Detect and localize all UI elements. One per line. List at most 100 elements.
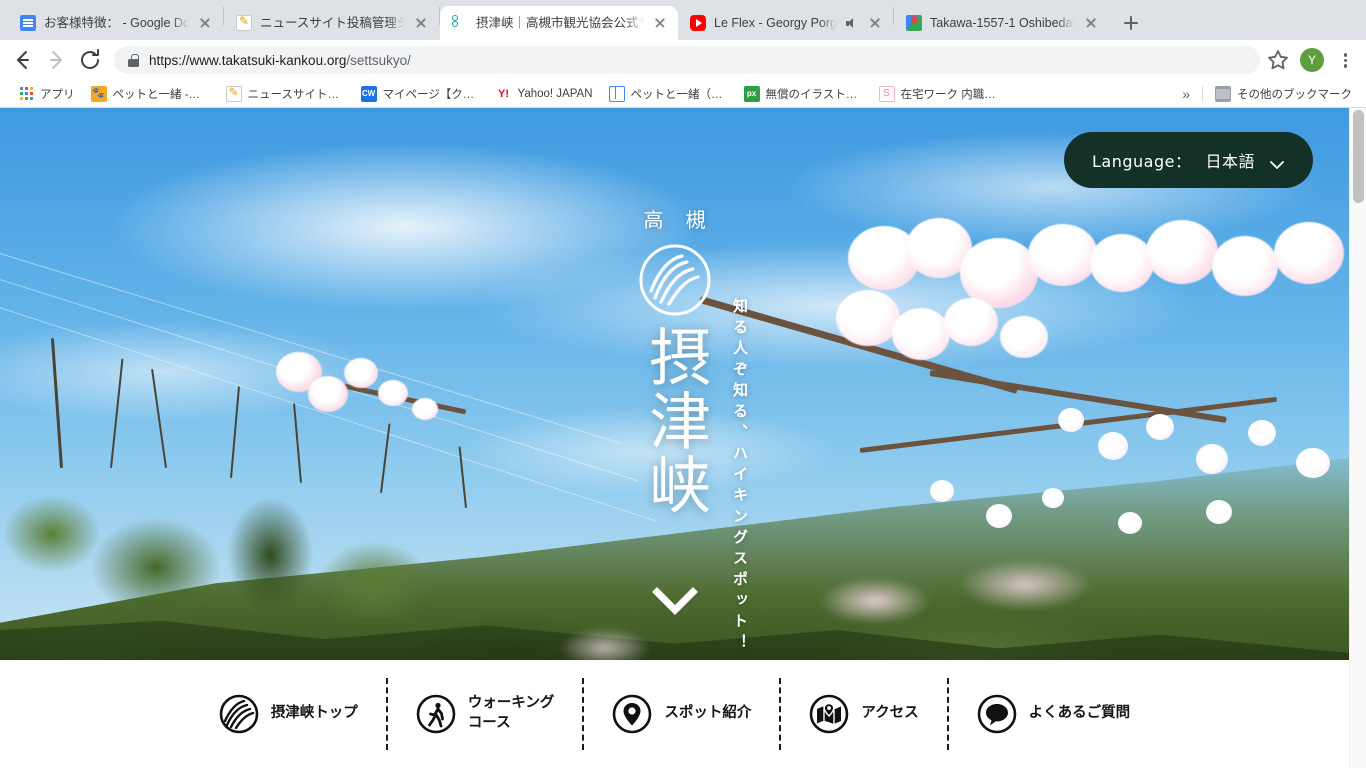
tab-title: 摂津峡｜高槻市観光協会公式サイト [476,16,644,30]
cherry-blossom [930,480,954,502]
bookmark-item[interactable]: S 在宅ワーク 内職 副... [871,84,1006,104]
quicknav-divider [582,678,585,750]
quicknav-item-spots[interactable]: スポット紹介 [586,678,777,750]
bookmark-item[interactable]: ニュースサイト投稿... [218,84,353,104]
cherry-blossom [892,308,950,360]
scroll-down-indicator[interactable] [651,586,698,616]
cherry-blossom [1212,236,1278,296]
arrow-left-icon [17,51,29,69]
bookmark-item[interactable]: px 無償のイラストレー... [736,84,871,104]
scrollbar-thumb[interactable] [1353,110,1364,203]
chevron-down-icon [1269,155,1285,169]
url-path: /settsukyo/ [346,52,411,68]
url-host: https://www.takatsuki-kankou.org [149,52,347,68]
tab-title: Le Flex - Georgy Porgy - Yo [714,16,837,30]
close-icon[interactable] [652,15,668,31]
bookmark-item[interactable]: CW マイページ【クラウ... [353,84,488,104]
cherry-blossom [308,376,348,412]
map-pin-icon [612,694,652,734]
bookmark-label: 無償のイラストレー... [765,88,863,101]
tab-title: Takawa-1557-1 Oshibedanichō [930,16,1075,30]
cherry-blossom [944,298,998,346]
quicknav-divider [385,678,388,750]
language-value: 日本語 [1205,152,1255,171]
address-bar[interactable]: https://www.takatsuki-kankou.org/settsuk… [114,46,1260,74]
bookmarks-bar: アプリ ペットと一緒 -犬OK... ニュースサイト投稿... CW マイページ… [0,80,1366,108]
browser-tab-1[interactable]: お客様特徴： - Google Docs [8,6,223,40]
page-viewport: 高槻 摂津峡 知る人ぞ知る、ハイキングスポット！ Language： 日本語 摂… [0,108,1366,768]
avatar[interactable]: Y [1300,48,1324,72]
distant-blossom-patch [960,560,1090,610]
url-text: https://www.takatsuki-kankou.org/settsuk… [149,53,411,68]
s-icon: S [878,85,895,102]
wave-circle-icon [219,694,259,734]
browser-toolbar: https://www.takatsuki-kankou.org/settsuk… [0,40,1366,80]
quicknav-item-top[interactable]: 摂津峡トップ [193,678,384,750]
new-tab-button[interactable] [1117,9,1145,37]
browser-tab-4[interactable]: Le Flex - Georgy Porgy - Yo [678,6,893,40]
close-icon[interactable] [197,15,213,31]
forward-button[interactable] [40,44,72,76]
quick-nav-bar: 摂津峡トップ ウォーキング コース スポット紹介 アクセス よくあるご質問 [0,660,1349,768]
bookmark-item[interactable]: ペットと一緒（コラ... [601,84,736,104]
page-scrollbar[interactable] [1349,108,1366,768]
folder-icon [1215,85,1231,102]
bookmark-star-icon[interactable] [1262,44,1294,76]
chrome-menu-button[interactable] [1332,44,1358,76]
bookmark-item[interactable]: ペットと一緒 -犬OK... [83,84,218,104]
hero-tagline: 知る人ぞ知る、ハイキングスポット！ [731,298,749,655]
cherry-blossom [1248,420,1276,446]
close-icon[interactable] [1083,15,1099,31]
cherry-blossom [1028,224,1098,286]
cherry-blossom [1196,444,1228,474]
cherry-blossom [1042,488,1064,508]
browser-tab-3-active[interactable]: 摂津峡｜高槻市観光協会公式サイト [440,6,678,40]
cherry-blossom [1296,448,1330,478]
quicknav-item-access[interactable]: アクセス [783,678,944,750]
reload-button[interactable] [74,44,106,76]
cherry-blossom [836,290,900,346]
bookmark-label: Yahoo! JAPAN [517,87,593,100]
gdocs-icon [20,15,36,31]
back-button[interactable] [6,44,38,76]
treeline [0,408,520,618]
px-icon: px [743,85,760,102]
chevron-down-icon [651,587,698,615]
cherry-blossom [1118,512,1142,534]
close-icon[interactable] [867,15,883,31]
browser-tab-2[interactable]: ニュースサイト投稿管理システム [224,6,439,40]
bookmark-label: ペットと一緒 -犬OK... [112,88,210,101]
bookmarks-overflow-button[interactable]: » [1174,86,1198,102]
paw-icon [90,85,107,102]
bookmark-item[interactable]: Y! Yahoo! JAPAN [488,84,601,104]
quicknav-label: よくあるご質問 [1028,705,1131,722]
quicknav-item-faq[interactable]: よくあるご質問 [951,678,1157,750]
quicknav-label: アクセス [861,705,919,722]
google-maps-icon [906,15,922,31]
quicknav-label: 摂津峡トップ [270,705,358,722]
arrow-right-icon [50,51,62,69]
table-icon [608,85,625,102]
other-bookmarks-button[interactable]: その他のブックマーク [1207,84,1360,104]
close-icon[interactable] [413,15,429,31]
quicknav-item-walking-course[interactable]: ウォーキング コース [390,678,581,750]
cherry-blossom [378,380,408,406]
bookmark-label: マイページ【クラウ... [382,88,480,101]
cherry-blossom [412,398,438,420]
cherry-blossom [344,358,378,388]
distant-blossom-patch [820,578,930,624]
cherry-blossom [1000,316,1048,358]
browser-tab-5[interactable]: Takawa-1557-1 Oshibedanichō [894,6,1109,40]
cherry-blossom [1274,222,1344,284]
audio-playing-icon[interactable] [845,15,859,31]
cw-icon: CW [360,85,377,102]
note-edit-icon [236,14,252,31]
bookmark-apps[interactable]: アプリ [10,84,83,104]
browser-window: お客様特徴： - Google Docs ニュースサイト投稿管理システム 摂津峡… [0,0,1366,768]
star-icon [1268,50,1288,70]
language-selector-button[interactable]: Language： 日本語 [1064,132,1313,188]
bookmarks-divider [1202,85,1203,102]
settsukyo-oo-icon [452,15,468,31]
note-edit-icon [225,85,242,102]
yahoo-icon: Y! [498,87,509,100]
